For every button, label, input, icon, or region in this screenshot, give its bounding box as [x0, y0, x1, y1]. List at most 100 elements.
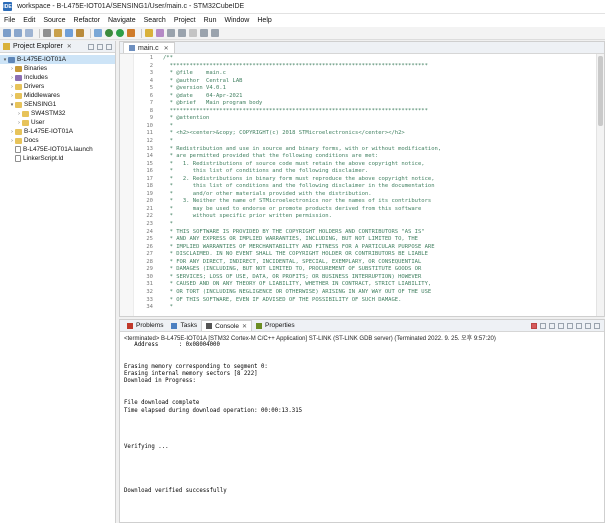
tree-item[interactable]: › Docs	[0, 136, 115, 145]
tree-item[interactable]: › Binaries	[0, 64, 115, 73]
display-console-icon[interactable]	[585, 322, 591, 329]
pin-console-icon[interactable]	[576, 322, 582, 329]
menu-window[interactable]: Window	[224, 17, 249, 24]
build-config-icon[interactable]	[43, 29, 51, 37]
tree-item[interactable]: ▾ SENSING1	[0, 100, 115, 109]
menu-file[interactable]: File	[4, 17, 15, 24]
tab-project-explorer[interactable]: Project Explorer ✕	[3, 43, 72, 50]
project-explorer-label: Project Explorer	[13, 43, 63, 50]
line-number: 10	[146, 122, 153, 129]
c-file-icon	[129, 45, 135, 51]
code-text[interactable]: /** ************************************…	[157, 54, 596, 316]
line-number: 4	[149, 77, 153, 84]
close-icon[interactable]: ✕	[242, 323, 247, 330]
tab-problems[interactable]: Problems	[123, 320, 167, 331]
tab-main-c[interactable]: main.c ✕	[123, 42, 175, 53]
remove-launch-icon[interactable]	[540, 322, 546, 329]
save-all-icon[interactable]	[25, 29, 33, 37]
open-console-icon[interactable]	[594, 322, 600, 329]
tree-item[interactable]: B-L475E-IOT01A.launch	[0, 145, 115, 154]
folder-icon	[15, 137, 22, 144]
menu-navigate[interactable]: Navigate	[108, 17, 136, 24]
tree-item[interactable]: › Includes	[0, 73, 115, 82]
console-line: Verifying ...	[124, 444, 169, 451]
window-title: workspace - B-L475E-IOT01A/SENSING1/User…	[17, 3, 245, 10]
device-config-icon[interactable]	[65, 29, 73, 37]
menu-search[interactable]: Search	[144, 17, 166, 24]
debug-icon[interactable]	[105, 29, 113, 37]
tree-item[interactable]: › Middlewares	[0, 91, 115, 100]
line-number: 23	[146, 221, 153, 228]
console-line: File download complete	[124, 400, 200, 407]
external-tools-icon[interactable]	[127, 29, 135, 37]
menu-help[interactable]: Help	[257, 17, 271, 24]
tree-item[interactable]: LinkerScript.ld	[0, 154, 115, 163]
project-icon	[8, 56, 15, 63]
menu-edit[interactable]: Edit	[23, 17, 35, 24]
save-icon[interactable]	[14, 29, 22, 37]
code-line: * 1. Redistributions of source code must…	[163, 160, 425, 167]
tree-item-label: Drivers	[24, 83, 45, 90]
tree-item[interactable]: › SW4STM32	[0, 109, 115, 118]
tree-item[interactable]: › Drivers	[0, 82, 115, 91]
code-line: * <h2><center>&copy; COPYRIGHT(c) 2018 S…	[163, 130, 405, 137]
run-icon[interactable]	[116, 29, 124, 37]
search-icon[interactable]	[156, 29, 164, 37]
next-annotation-icon[interactable]	[167, 29, 175, 37]
editor-body[interactable]: 1 2 3 4 5 6 7 8 9 10 11 12 13 14 15 16 17 18 19 20 21 22 23 24 2…	[120, 54, 596, 316]
menu-refactor[interactable]: Refactor	[74, 17, 100, 24]
folder-icon	[22, 119, 29, 126]
close-icon[interactable]: ✕	[67, 43, 72, 50]
tree-item[interactable]: › B-L475E-IOT01A	[0, 127, 115, 136]
tab-console[interactable]: Console ✕	[201, 320, 252, 331]
tab-properties[interactable]: Properties	[252, 320, 299, 331]
console-panel: Problems Tasks Console ✕ Properties <termina…	[119, 319, 605, 523]
editor-scrollbar[interactable]	[596, 54, 604, 316]
code-line: * 3. Neither the name of STMicroelectron…	[163, 198, 432, 205]
build-icon[interactable]	[54, 29, 62, 37]
line-number: 8	[149, 107, 153, 114]
tree-item-label: B-L475E-IOT01A	[17, 56, 67, 63]
clear-console-icon[interactable]	[549, 322, 555, 329]
tree-item-label: B-L475E-IOT01A	[24, 128, 74, 135]
link-icon[interactable]	[76, 29, 84, 37]
collapse-all-icon[interactable]	[88, 43, 94, 50]
tree-item[interactable]: › User	[0, 118, 115, 127]
console-output[interactable]: Address : 0x08004000 Erasing memory corr…	[120, 342, 604, 523]
tree-item-label: LinkerScript.ld	[23, 155, 64, 162]
prev-annotation-icon[interactable]	[178, 29, 186, 37]
link-editor-icon[interactable]	[97, 43, 103, 50]
line-number: 6	[149, 92, 153, 99]
code-line: * @file main.c	[163, 70, 226, 77]
code-line: * this list of conditions and the follow…	[163, 183, 435, 190]
line-number: 21	[146, 205, 153, 212]
pin-icon[interactable]	[189, 29, 197, 37]
console-icon	[206, 323, 213, 329]
back-icon[interactable]	[200, 29, 208, 37]
view-menu-icon[interactable]	[106, 43, 112, 50]
code-line: * IMPLIED WARRANTIES OF MERCHANTABILITY …	[163, 243, 435, 250]
project-explorer: Project Explorer ✕ ▾ B-L475E-IOT01A › Binar…	[0, 41, 116, 523]
new-icon[interactable]	[3, 29, 11, 37]
stop-icon[interactable]	[531, 322, 537, 329]
line-number: 27	[146, 251, 153, 258]
lib-icon	[15, 65, 22, 72]
forward-icon[interactable]	[211, 29, 219, 37]
menu-source[interactable]: Source	[43, 17, 65, 24]
menu-run[interactable]: Run	[204, 17, 217, 24]
word-wrap-icon[interactable]	[567, 322, 573, 329]
tab-tasks[interactable]: Tasks	[167, 320, 201, 331]
close-icon[interactable]: ✕	[164, 45, 169, 52]
scroll-lock-icon[interactable]	[558, 322, 564, 329]
line-number: 16	[146, 168, 153, 175]
tree-item[interactable]: ▾ B-L475E-IOT01A	[0, 55, 115, 64]
line-number: 29	[146, 266, 153, 273]
menu-project[interactable]: Project	[174, 17, 196, 24]
line-number: 26	[146, 243, 153, 250]
open-folder-icon[interactable]	[145, 29, 153, 37]
bookmark-icon[interactable]	[94, 29, 102, 37]
editor-scrollbar-thumb[interactable]	[598, 56, 603, 126]
